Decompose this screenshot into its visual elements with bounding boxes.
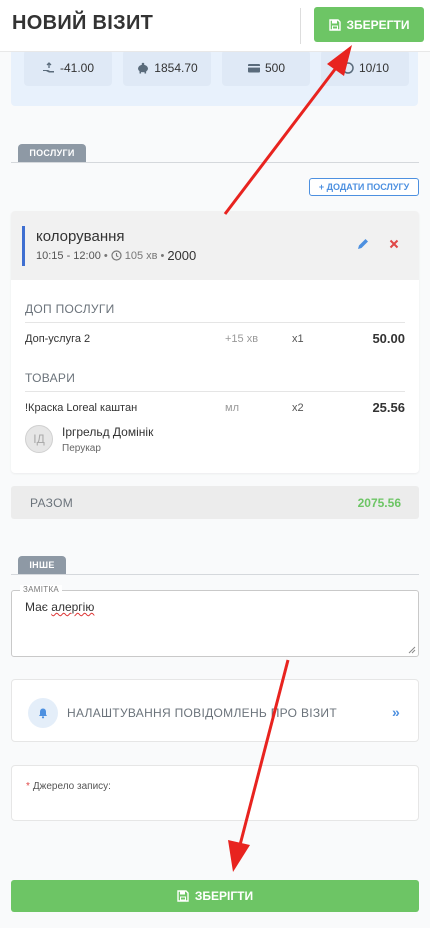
note-text: Має алергію [25,600,94,614]
source-label: * Джерело запису: [26,781,111,792]
bell-icon [39,708,47,719]
page-title: НОВИЙ ВІЗИТ [12,12,154,34]
edit-icon[interactable] [356,237,370,251]
services-divider [11,162,419,163]
stat-savings-value: 1854.70 [154,61,198,75]
stat-savings: 1854.70 [123,50,211,86]
save-button-top[interactable]: ЗБЕРЕГТИ [314,7,424,42]
total-value: 2075.56 [357,496,401,510]
goods-qty: x2 [292,402,304,414]
service-sep-1: • [103,249,108,262]
add-service-button[interactable]: + ДОДАТИ ПОСЛУГУ [309,178,419,196]
tab-other-label: ІНШЕ [29,560,55,570]
save-button-bottom-label: ЗБЕРІГТИ [194,889,254,903]
service-header: колорування 10:15 - 12:00 • 105 хв • 200… [11,211,419,280]
page-header: НОВИЙ ВІЗИТ ЗБЕРЕГТИ [0,0,430,52]
total-bar: РАЗОМ 2075.56 [11,486,419,519]
service-accent-bar [22,226,25,266]
floppy-icon [177,890,189,902]
save-button-bottom[interactable]: ЗБЕРІГТИ [11,880,419,912]
stat-card: 500 [222,50,310,86]
goods-name: !Краска Loreal каштан [25,402,138,414]
notification-settings-card[interactable]: НАЛАШТУВАННЯ ПОВІДОМЛЕНЬ ПРО ВІЗИТ » [11,679,419,742]
payment-hand-icon [42,62,54,73]
goods-price: 25.56 [372,400,405,415]
source-label-text: Джерело запису: [32,781,111,792]
service-sep-2: • [160,249,165,262]
floppy-icon [328,18,341,31]
avatar-initials: ІД [33,432,45,446]
service-duration: 105 хв [124,249,158,262]
note-word-2: алергію [51,600,95,614]
service-time: 10:15 - 12:00 [36,249,101,262]
goods-title: ТОВАРИ [25,371,76,385]
bell-icon-container [28,698,58,728]
service-price: 2000 [167,248,197,263]
stat-visits: 10/10 [321,50,409,86]
tab-services: ПОСЛУГИ [18,144,86,162]
employee-role: Перукар [62,443,101,454]
stat-balance: -41.00 [24,50,112,86]
note-textarea[interactable]: ЗАМІТКА Має алергію [11,585,419,657]
service-name: колорування [36,228,125,245]
source-field[interactable]: * Джерело запису: [11,765,419,821]
employee-name: Іргрельд Домінік [62,425,154,439]
add-service-label: + ДОДАТИ ПОСЛУГУ [318,182,410,192]
stat-balance-value: -41.00 [59,61,95,75]
card-icon [247,64,260,73]
tab-other: ІНШЕ [18,556,66,574]
chevron-double-right-icon: » [392,704,400,720]
header-divider [300,8,301,44]
tab-services-label: ПОСЛУГИ [29,148,75,158]
progress-icon [342,62,354,74]
resize-handle-icon[interactable] [408,646,416,654]
notification-settings-label: НАЛАШТУВАННЯ ПОВІДОМЛЕНЬ ПРО ВІЗИТ [67,706,337,720]
extras-divider [25,322,405,323]
piggy-bank-icon [138,62,149,74]
service-meta: 10:15 - 12:00 • 105 хв • 2000 [36,248,196,263]
avatar: ІД [25,425,53,453]
extra-duration: +15 хв [225,333,259,345]
goods-divider [25,391,405,392]
goods-unit: мл [225,402,239,414]
total-label: РАЗОМ [30,496,74,510]
note-word-1: Має [25,600,48,614]
stat-visits-value: 10/10 [358,61,390,75]
note-legend: ЗАМІТКА [20,585,63,594]
clock-icon [111,250,122,261]
extras-title: ДОП ПОСЛУГИ [25,302,115,316]
extra-price: 50.00 [372,331,405,346]
other-divider [11,574,419,575]
delete-icon[interactable] [387,237,401,251]
save-button-top-label: ЗБЕРЕГТИ [346,17,410,32]
extra-name: Доп-услуга 2 [25,333,91,345]
stat-card-value: 500 [264,61,286,75]
extra-qty: x1 [292,333,304,345]
required-mark: * [26,781,30,792]
service-card: колорування 10:15 - 12:00 • 105 хв • 200… [11,211,419,473]
